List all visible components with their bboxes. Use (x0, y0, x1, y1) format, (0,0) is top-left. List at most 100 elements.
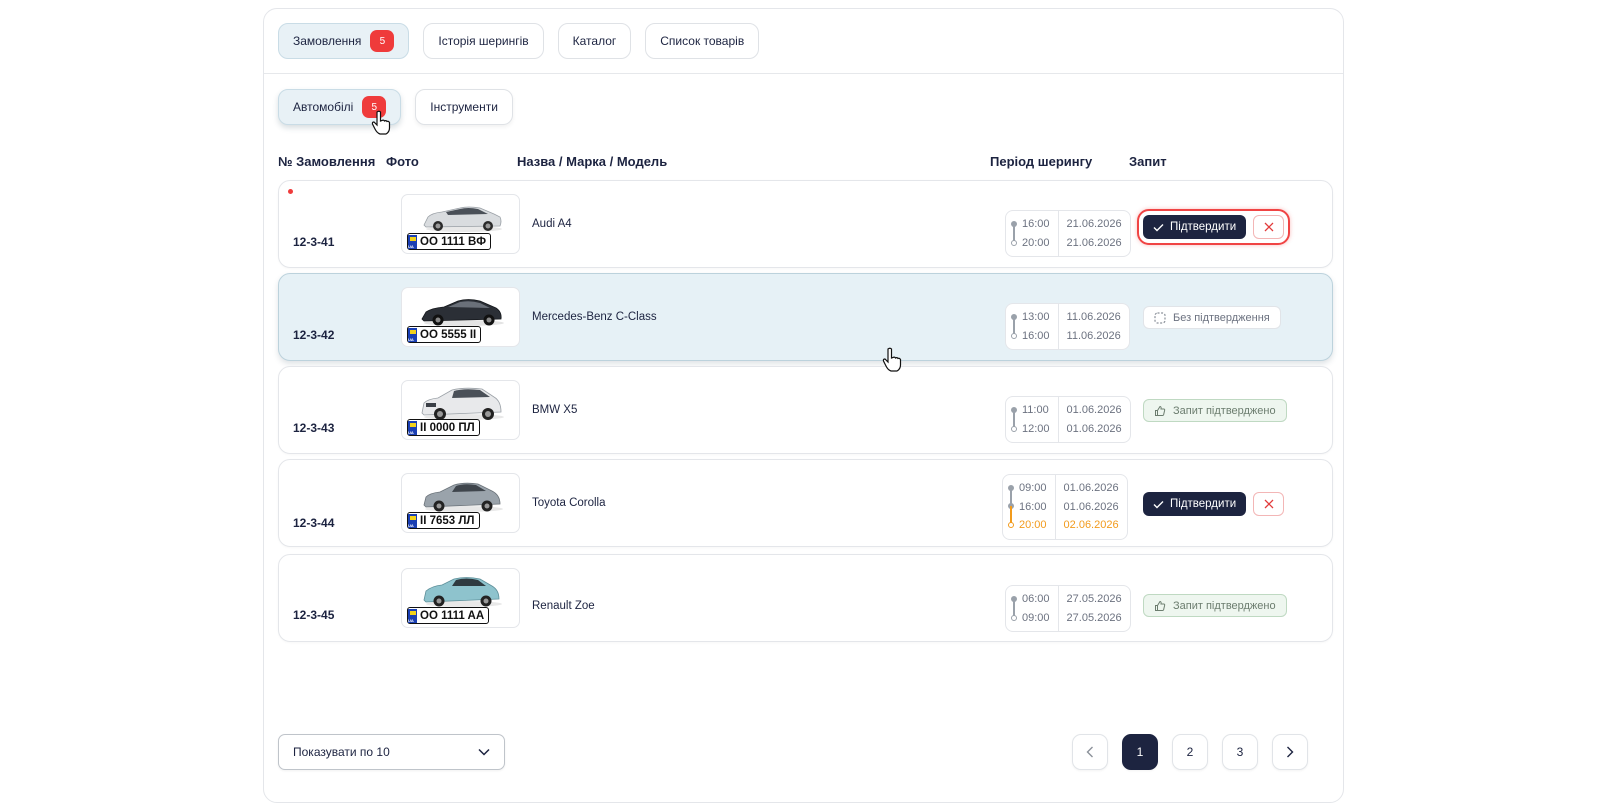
end-date: 27.05.2026 (1066, 611, 1122, 624)
orders-panel: Замовлення 5 Історія шерингів Каталог Сп… (263, 8, 1344, 803)
plate-number: OO 5555 II (420, 328, 477, 341)
header-order: № Замовлення (278, 154, 376, 169)
table-row[interactable]: 12-3-45 OO 1111 AA Renault Zoe 06:00 09:… (278, 554, 1333, 642)
car-photo: OO 1111 AA (401, 568, 520, 628)
header-period: Період шерингу (990, 154, 1093, 169)
header-photo: Фото (386, 154, 419, 169)
end-time: 12:00 (1022, 422, 1050, 435)
order-number: 12-3-45 (293, 608, 335, 622)
status-badge: Без підтвердження (1143, 306, 1281, 329)
plate-number: OO 1111 AA (420, 609, 485, 622)
start-date: 11.06.2026 (1066, 311, 1121, 323)
start-date: 01.06.2026 (1063, 482, 1119, 494)
table-row[interactable]: 12-3-42 OO 5555 II Mercedes-Benz C-Class… (278, 273, 1333, 361)
order-number: 12-3-44 (293, 516, 335, 530)
sharing-period: 11:00 12:00 01.06.2026 01.06.2026 (1005, 396, 1131, 443)
order-number: 12-3-41 (293, 235, 335, 249)
close-icon (1264, 499, 1274, 509)
page-button-2[interactable]: 2 (1172, 734, 1208, 770)
confirm-button[interactable]: Підтвердити (1143, 215, 1247, 239)
start-date: 27.05.2026 (1066, 593, 1122, 605)
car-name: Renault Zoe (532, 600, 595, 612)
check-icon (1153, 500, 1164, 508)
page-button-1[interactable]: 1 (1122, 734, 1158, 770)
table-row[interactable]: 12-3-44 II 7653 ЛЛ Toyota Corolla 09:00 … (278, 459, 1333, 547)
pending-icon (1154, 311, 1166, 324)
table-row[interactable]: 12-3-41 OO 1111 BФ Audi A4 16:00 20:00 (278, 180, 1333, 268)
check-icon (1153, 223, 1164, 231)
tab-tools[interactable]: Інструменти (415, 89, 513, 125)
start-date: 21.06.2026 (1066, 218, 1122, 230)
sharing-period: 09:00 16:00 20:00 01.06.2026 01.06.2026 … (1002, 474, 1128, 540)
start-time: 06:00 (1022, 593, 1050, 605)
end-date: 21.06.2026 (1066, 236, 1122, 249)
header-name: Назва / Марка / Модель (517, 154, 668, 169)
tab-product-list[interactable]: Список товарів (645, 23, 760, 59)
status-label: Запит підтверджено (1173, 404, 1276, 417)
tab-product-list-label: Список товарів (660, 34, 745, 48)
tab-orders[interactable]: Замовлення 5 (278, 23, 410, 59)
status-badge: Запит підтверджено (1143, 594, 1287, 617)
car-photo: OO 1111 BФ (401, 194, 520, 254)
car-photo: II 7653 ЛЛ (401, 473, 520, 533)
main-tabs: Замовлення 5 Історія шерингів Каталог Сп… (278, 23, 760, 59)
close-icon (1264, 222, 1274, 232)
request-actions: Підтвердити (1140, 489, 1287, 519)
tab-sharing-history-label: Історія шерингів (438, 34, 529, 48)
reject-button[interactable] (1253, 215, 1285, 239)
status-label: Запит підтверджено (1173, 599, 1276, 612)
car-name: Audi A4 (532, 218, 572, 230)
end-date: 11.06.2026 (1066, 329, 1121, 342)
license-plate: OO 1111 AA (407, 607, 490, 624)
license-plate: II 0000 ПЛ (407, 419, 480, 436)
next-page-button[interactable] (1272, 734, 1308, 770)
ua-flag-icon (408, 234, 417, 249)
status-badge: Запит підтверджено (1143, 399, 1287, 422)
tab-cars[interactable]: Автомобілі 5 (278, 89, 402, 125)
reject-button[interactable] (1253, 492, 1285, 516)
order-number: 12-3-43 (293, 421, 335, 435)
extended-date: 02.06.2026 (1063, 519, 1119, 531)
tab-sharing-history[interactable]: Історія шерингів (423, 23, 544, 59)
thumbs-up-icon (1155, 600, 1166, 611)
end-time: 16:00 (1022, 329, 1050, 342)
prev-page-button[interactable] (1072, 734, 1108, 770)
category-tabs: Автомобілі 5 Інструменти (278, 89, 513, 125)
page-size-select[interactable]: Показувати по 10 (278, 734, 505, 770)
ua-flag-icon (408, 327, 417, 342)
ua-flag-icon (408, 420, 417, 435)
start-time: 13:00 (1022, 311, 1050, 323)
start-time: 16:00 (1022, 218, 1050, 230)
tab-orders-label: Замовлення (293, 34, 362, 48)
chevron-right-icon (1287, 746, 1294, 758)
pagination: 1 2 3 (1072, 734, 1308, 770)
plate-number: II 7653 ЛЛ (420, 514, 475, 527)
ua-flag-icon (408, 608, 417, 623)
table-row[interactable]: 12-3-43 II 0000 ПЛ BMW X5 11:00 12:00 (278, 366, 1333, 454)
license-plate: II 7653 ЛЛ (407, 512, 480, 529)
license-plate: OO 5555 II (407, 326, 482, 343)
ua-flag-icon (408, 513, 417, 528)
end-time: 16:00 (1019, 500, 1047, 513)
end-date: 01.06.2026 (1066, 422, 1122, 435)
tab-cars-label: Автомобілі (293, 100, 354, 114)
end-time: 20:00 (1022, 236, 1050, 249)
page-button-3[interactable]: 3 (1222, 734, 1258, 770)
order-number: 12-3-42 (293, 328, 335, 342)
end-date: 01.06.2026 (1063, 500, 1119, 513)
end-time: 09:00 (1022, 611, 1050, 624)
request-actions: Підтвердити (1137, 209, 1291, 245)
start-time: 09:00 (1019, 482, 1047, 494)
tab-catalog[interactable]: Каталог (557, 23, 632, 59)
car-name: Toyota Corolla (532, 497, 606, 509)
confirm-button[interactable]: Підтвердити (1143, 492, 1247, 516)
tab-catalog-label: Каталог (572, 34, 617, 48)
chevron-down-icon (478, 748, 490, 756)
header-request: Запит (1129, 154, 1167, 169)
start-time: 11:00 (1022, 404, 1049, 416)
unread-dot (288, 189, 293, 194)
orders-count-badge: 5 (370, 30, 395, 52)
start-date: 01.06.2026 (1066, 404, 1122, 416)
plate-number: OO 1111 BФ (420, 235, 487, 248)
plate-number: II 0000 ПЛ (420, 421, 475, 434)
